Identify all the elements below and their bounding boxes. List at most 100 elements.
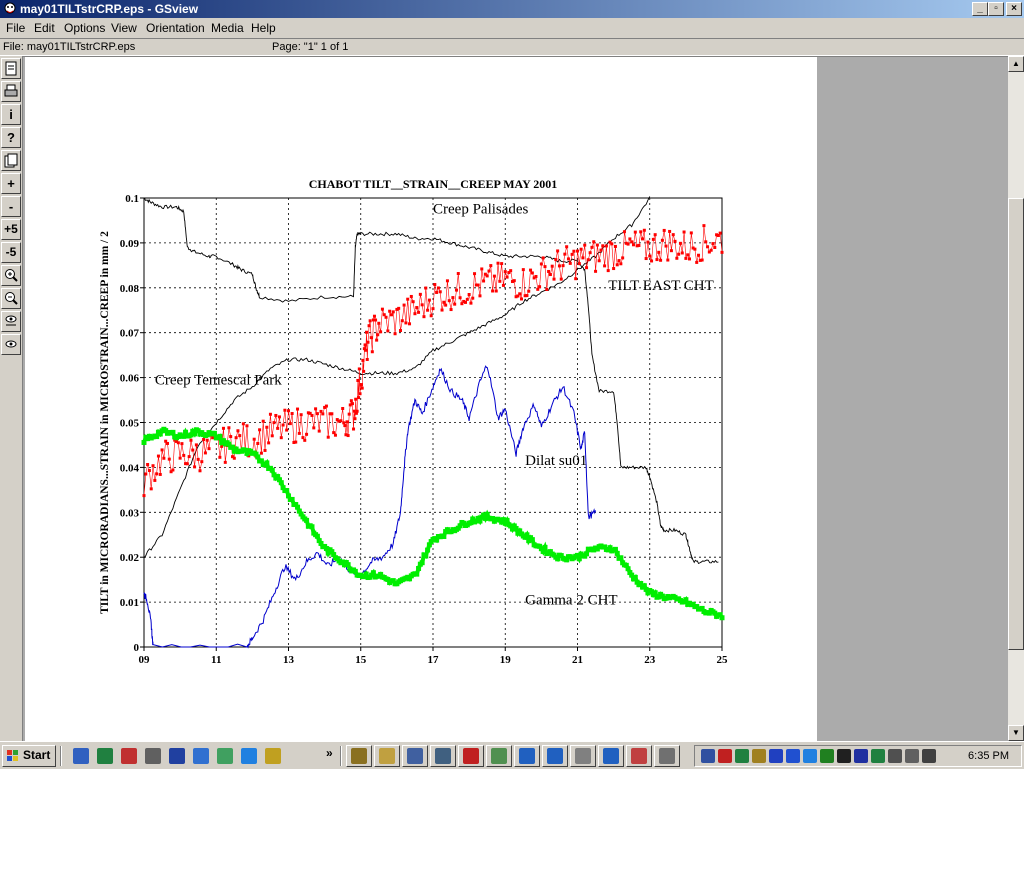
task-app-button[interactable] — [514, 745, 540, 767]
scroll-thumb[interactable] — [1008, 198, 1024, 650]
data-point — [505, 275, 509, 279]
vertical-scrollbar[interactable]: ▲ ▼ — [1008, 56, 1024, 741]
start-button[interactable]: Start — [2, 745, 56, 767]
task-app-button[interactable] — [486, 745, 512, 767]
tray-icon[interactable] — [701, 749, 715, 763]
task-app-button[interactable] — [374, 745, 400, 767]
task-app-button[interactable] — [458, 745, 484, 767]
task-app-button[interactable] — [430, 745, 456, 767]
network-icon[interactable] — [145, 748, 161, 764]
plus5-button[interactable]: +5 — [1, 219, 21, 240]
data-point — [682, 230, 686, 234]
data-point — [435, 290, 439, 294]
browser-icon[interactable] — [265, 748, 281, 764]
tray-icon[interactable] — [786, 749, 800, 763]
document-viewport[interactable]: 09 11 13 15 17 19 21 23 25 0 0.01 0.02 0.03 0.04 0.05 0… — [22, 56, 1008, 741]
task-app-icon — [575, 748, 591, 764]
maximize-icon: ▫ — [994, 3, 998, 14]
data-point — [272, 421, 276, 425]
task-app-button[interactable] — [346, 745, 372, 767]
info-button[interactable]: i — [1, 104, 21, 125]
data-point — [393, 332, 397, 336]
data-point — [409, 294, 413, 298]
data-point — [202, 438, 206, 442]
data-point — [491, 289, 495, 293]
task-app-button[interactable] — [402, 745, 428, 767]
zoom-in-button[interactable]: + — [1, 173, 21, 194]
title-bar[interactable]: may01TILTstrCRP.eps - GSview _ ▫ × — [0, 0, 1024, 18]
data-point — [359, 383, 363, 387]
data-point — [388, 309, 392, 313]
quick-launch-chevron[interactable]: » — [326, 746, 333, 760]
task-app-button[interactable] — [654, 745, 680, 767]
data-point — [597, 259, 601, 263]
menu-options[interactable]: Options — [64, 21, 105, 35]
menu-view[interactable]: View — [111, 21, 137, 35]
data-point — [386, 329, 390, 333]
minimize-button[interactable]: _ — [972, 2, 988, 16]
excel-icon[interactable] — [97, 748, 113, 764]
data-point — [500, 262, 504, 266]
search-icon[interactable] — [217, 748, 233, 764]
pages-button[interactable] — [1, 150, 21, 171]
spreadsheet-icon[interactable] — [241, 748, 257, 764]
zoom-out-button[interactable]: - — [1, 196, 21, 217]
magnify-minus-button[interactable] — [1, 288, 21, 309]
print-button[interactable] — [1, 81, 21, 102]
menu-help[interactable]: Help — [251, 21, 276, 35]
desktop-icon[interactable] — [73, 748, 89, 764]
scroll-down-button[interactable]: ▼ — [1008, 725, 1024, 741]
view-eye-button[interactable] — [1, 334, 21, 355]
tray-icon[interactable] — [769, 749, 783, 763]
data-point — [583, 243, 587, 247]
menu-orientation[interactable]: Orientation — [146, 21, 205, 35]
magnify-plus-button[interactable] — [1, 265, 21, 286]
tray-icon[interactable] — [922, 749, 936, 763]
magnify-minus-icon — [5, 292, 18, 305]
tray-icon[interactable] — [803, 749, 817, 763]
data-point — [196, 457, 200, 461]
menu-edit[interactable]: Edit — [34, 21, 55, 35]
tray-icon[interactable] — [718, 749, 732, 763]
task-app-button[interactable] — [542, 745, 568, 767]
data-point — [176, 441, 180, 445]
data-point — [614, 550, 620, 556]
data-point — [445, 279, 449, 283]
tray-icon[interactable] — [837, 749, 851, 763]
task-app-icon — [603, 748, 619, 764]
data-point — [365, 357, 369, 361]
tray-icon[interactable] — [888, 749, 902, 763]
close-x-icon[interactable] — [169, 748, 185, 764]
tray-icon[interactable] — [820, 749, 834, 763]
tray-icon[interactable] — [735, 749, 749, 763]
task-app-button[interactable] — [598, 745, 624, 767]
tray-icon[interactable] — [752, 749, 766, 763]
close-button[interactable]: × — [1006, 2, 1022, 16]
word-icon[interactable] — [193, 748, 209, 764]
view-text-button[interactable] — [1, 311, 21, 332]
data-point — [601, 244, 605, 248]
task-app-icon — [547, 748, 563, 764]
maximize-button[interactable]: ▫ — [988, 2, 1004, 16]
document-icon — [5, 61, 17, 76]
data-point — [185, 462, 189, 466]
data-point — [622, 230, 626, 234]
minus5-button[interactable]: -5 — [1, 242, 21, 263]
gsview-quick-icon[interactable] — [121, 748, 137, 764]
separator — [340, 746, 342, 766]
data-point — [442, 300, 446, 304]
menu-media[interactable]: Media — [211, 21, 244, 35]
help-button[interactable]: ? — [1, 127, 21, 148]
menu-file[interactable]: File — [6, 21, 25, 35]
data-point — [628, 237, 632, 241]
tray-icon[interactable] — [905, 749, 919, 763]
task-app-button[interactable] — [570, 745, 596, 767]
tray-icon[interactable] — [854, 749, 868, 763]
task-app-button[interactable] — [626, 745, 652, 767]
scroll-up-button[interactable]: ▲ — [1008, 56, 1024, 72]
data-point — [441, 534, 447, 540]
data-point — [349, 399, 353, 403]
tray-icon[interactable] — [871, 749, 885, 763]
open-button[interactable] — [1, 58, 21, 79]
x-tick-label: 23 — [644, 654, 656, 666]
